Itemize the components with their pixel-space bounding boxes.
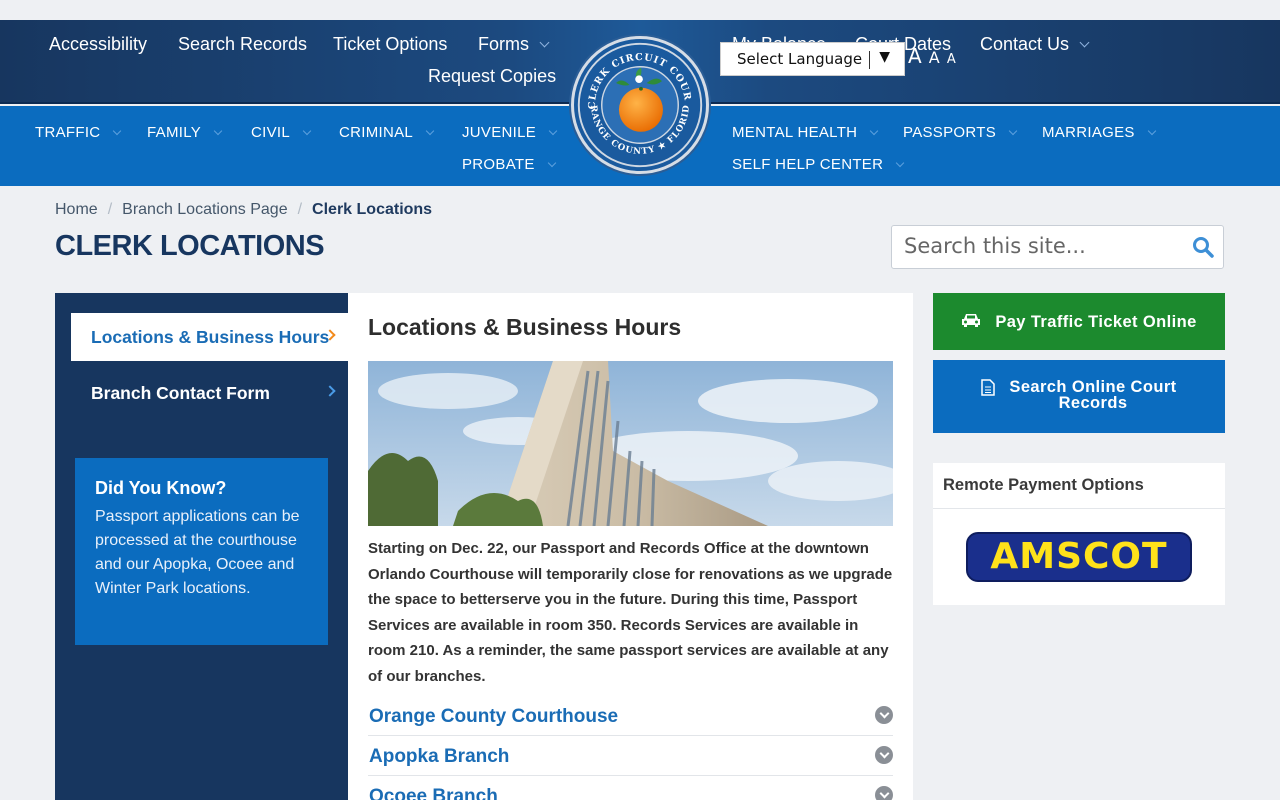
- remote-payment-panel: Remote Payment Options AMSCOT: [933, 463, 1225, 605]
- nav-self-help-center[interactable]: SELF HELP CENTER: [732, 156, 905, 173]
- document-icon: [981, 379, 996, 399]
- font-size-large[interactable]: A: [908, 44, 922, 68]
- nav-passports[interactable]: PASSPORTS: [903, 124, 1018, 141]
- nav-mental-health-label: MENTAL HEALTH: [732, 124, 858, 141]
- accordion-orange-county-courthouse[interactable]: Orange County Courthouse: [368, 706, 893, 736]
- breadcrumb: Home / Branch Locations Page / Clerk Locatio…: [55, 201, 432, 219]
- chevron-down-icon: [1147, 126, 1156, 136]
- search-icon[interactable]: [1192, 236, 1214, 263]
- amscot-logo[interactable]: AMSCOT: [966, 532, 1192, 582]
- font-size-medium[interactable]: A: [929, 48, 940, 67]
- accordion-label: Orange County Courthouse: [369, 706, 619, 727]
- seal-graphic: CLERK CIRCUIT COURT ORANGE COUNTY ★ FLOR…: [569, 31, 703, 168]
- pay-traffic-ticket-label: Pay Traffic Ticket Online: [995, 312, 1197, 331]
- search-court-records-label: Search Online Court Records: [1009, 379, 1176, 412]
- courthouse-photo: [368, 361, 893, 526]
- accordion-label: Apopka Branch: [369, 746, 510, 767]
- accordion-apopka-branch[interactable]: Apopka Branch: [368, 746, 893, 776]
- pay-traffic-ticket-button[interactable]: Pay Traffic Ticket Online: [933, 293, 1225, 350]
- chevron-down-icon: [548, 126, 558, 136]
- renovation-notice: Starting on Dec. 22, our Passport and Re…: [368, 540, 893, 685]
- chevron-down-icon: [539, 37, 550, 48]
- sidebar-item-label: Locations & Business Hours: [91, 327, 330, 347]
- nav-criminal-label: CRIMINAL: [339, 124, 414, 141]
- caret-down-icon: ▼: [879, 49, 890, 65]
- nav-civil[interactable]: CIVIL: [251, 124, 312, 141]
- font-size-small[interactable]: A: [947, 52, 956, 67]
- chevron-down-icon: [1079, 37, 1090, 48]
- chevron-down-icon: [1008, 126, 1018, 136]
- top-strip: [0, 0, 1280, 20]
- search-input[interactable]: [892, 226, 1172, 266]
- did-you-know-text: Passport applications can be processed a…: [95, 508, 300, 597]
- breadcrumb-separator: /: [297, 201, 303, 218]
- chevron-right-icon: [324, 385, 336, 397]
- sidebar-item-label: Branch Contact Form: [91, 383, 270, 403]
- nav-forms-label: Forms: [478, 34, 529, 54]
- nav-self-help-center-label: SELF HELP CENTER: [732, 156, 884, 173]
- accordion-label: Ocoee Branch: [369, 786, 498, 800]
- chevron-down-icon: [425, 126, 435, 136]
- remote-payment-title: Remote Payment Options: [933, 463, 1225, 509]
- chevron-down-icon: [113, 126, 122, 136]
- site-search: [891, 225, 1224, 269]
- chevron-down-circle-icon: [875, 746, 893, 764]
- breadcrumb-branch-locations[interactable]: Branch Locations Page: [122, 201, 287, 218]
- chevron-down-icon: [870, 126, 879, 136]
- main-content: Locations & Business Hours Starting on D…: [348, 293, 913, 800]
- sidebar-item-branch-contact-form[interactable]: Branch Contact Form: [71, 369, 348, 417]
- car-icon: [961, 312, 981, 333]
- nav-traffic-label: TRAFFIC: [35, 124, 101, 141]
- nav-passports-label: PASSPORTS: [903, 124, 997, 141]
- nav-contact-us-label: Contact Us: [980, 34, 1070, 54]
- font-size-controls: A A A: [908, 44, 958, 68]
- page-title: CLERK LOCATIONS: [55, 230, 325, 262]
- left-sidebar: Locations & Business Hours Branch Contac…: [55, 293, 348, 800]
- nav-traffic[interactable]: TRAFFIC: [35, 124, 122, 141]
- chevron-down-icon: [547, 158, 556, 168]
- chevron-down-icon: [302, 126, 312, 136]
- chevron-down-icon: [213, 126, 223, 136]
- breadcrumb-current: Clerk Locations: [312, 201, 433, 218]
- chevron-down-circle-icon: [875, 706, 893, 724]
- sidebar-item-locations-hours[interactable]: Locations & Business Hours: [71, 313, 348, 361]
- search-court-records-line2: Records: [1058, 394, 1128, 412]
- nav-accessibility[interactable]: Accessibility: [49, 34, 147, 55]
- nav-forms[interactable]: Forms: [478, 34, 550, 55]
- chevron-down-circle-icon: [875, 786, 893, 800]
- breadcrumb-home[interactable]: Home: [55, 201, 98, 218]
- nav-juvenile[interactable]: JUVENILE: [462, 124, 558, 141]
- section-heading: Locations & Business Hours: [368, 314, 682, 340]
- language-select[interactable]: Select Language ▼: [720, 42, 905, 76]
- nav-juvenile-label: JUVENILE: [462, 124, 537, 141]
- nav-family-label: FAMILY: [147, 124, 202, 141]
- nav-marriages-label: MARRIAGES: [1042, 124, 1135, 141]
- clerk-seal-logo[interactable]: CLERK CIRCUIT COURT ORANGE COUNTY ★ FLOR…: [569, 31, 709, 174]
- search-court-records-button[interactable]: Search Online Court Records: [933, 360, 1225, 433]
- nav-ticket-options[interactable]: Ticket Options: [333, 34, 447, 55]
- nav-request-copies[interactable]: Request Copies: [428, 66, 556, 87]
- nav-criminal[interactable]: CRIMINAL: [339, 124, 435, 141]
- divider: [869, 51, 870, 69]
- nav-search-records[interactable]: Search Records: [178, 34, 307, 55]
- breadcrumb-separator: /: [107, 201, 113, 218]
- nav-mental-health[interactable]: MENTAL HEALTH: [732, 124, 879, 141]
- accordion-ocoee-branch[interactable]: Ocoee Branch: [368, 786, 893, 800]
- language-select-label: Select Language: [737, 50, 863, 68]
- nav-family[interactable]: FAMILY: [147, 124, 223, 141]
- nav-probate-label: PROBATE: [462, 156, 535, 173]
- did-you-know-title: Did You Know?: [95, 478, 227, 498]
- nav-civil-label: CIVIL: [251, 124, 291, 141]
- nav-contact-us[interactable]: Contact Us: [980, 34, 1090, 55]
- nav-probate[interactable]: PROBATE: [462, 156, 556, 173]
- chevron-down-icon: [895, 158, 905, 168]
- nav-marriages[interactable]: MARRIAGES: [1042, 124, 1156, 141]
- did-you-know-box: Did You Know? Passport applications can …: [75, 458, 328, 645]
